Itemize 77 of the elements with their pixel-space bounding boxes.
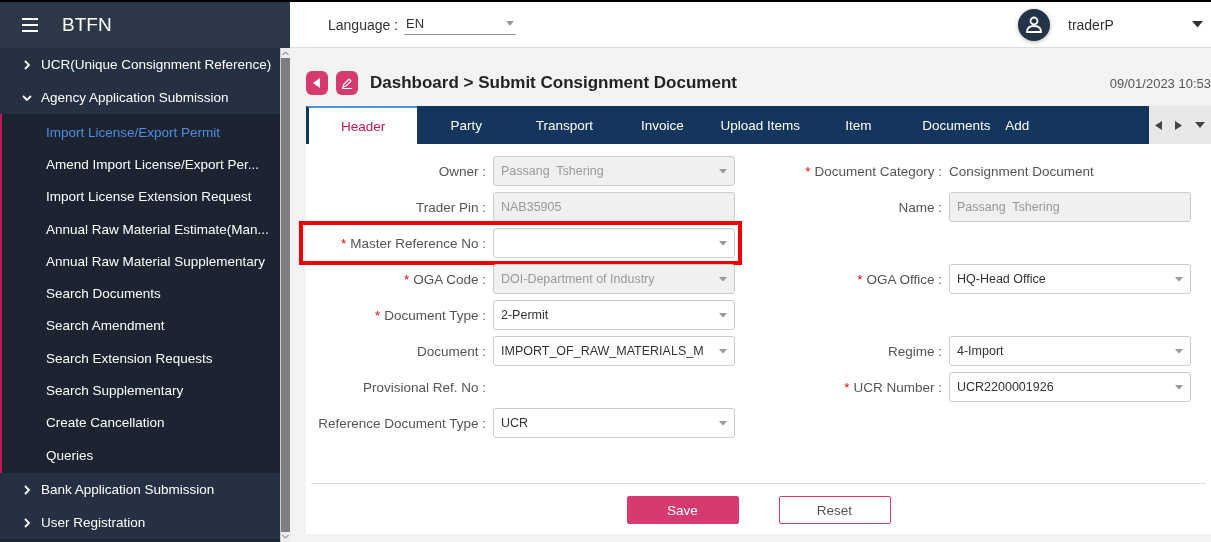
tab[interactable]: Party xyxy=(417,106,516,144)
select-field[interactable]: 4-Import xyxy=(949,336,1191,366)
caret-icon xyxy=(1175,348,1183,354)
dropdown-caret-icon xyxy=(1192,21,1203,28)
language-label: Language : xyxy=(328,16,399,33)
pencil-icon xyxy=(341,77,353,89)
menu-group[interactable]: Bank Application Submission xyxy=(0,473,280,507)
reset-button[interactable]: Reset xyxy=(778,496,891,524)
field-label: * Master Reference No : xyxy=(339,235,486,251)
caret-icon xyxy=(719,420,727,426)
back-icon xyxy=(313,78,321,88)
chevron-icon xyxy=(22,59,32,70)
menu-item[interactable]: Import License/Export Permit xyxy=(2,116,280,149)
field-label: * Document Type : xyxy=(373,307,486,323)
tab[interactable]: Add xyxy=(1005,106,1034,144)
caret-icon xyxy=(1175,276,1183,282)
menu-item[interactable]: Search Documents xyxy=(2,277,280,310)
caret-icon xyxy=(1175,384,1183,390)
tab[interactable]: Transport xyxy=(515,106,614,144)
menu-item[interactable]: Queries xyxy=(2,438,280,472)
menu-group[interactable]: Agency Application Submission xyxy=(0,81,280,114)
tab-menu-caret-icon xyxy=(1194,122,1205,128)
caret-icon xyxy=(719,168,727,174)
save-button[interactable]: Save xyxy=(626,496,739,524)
menu-item[interactable]: Search Amendment xyxy=(2,309,280,343)
scroll-right-icon[interactable] xyxy=(1175,120,1182,130)
datetime: 09/01/2023 10:53 xyxy=(1109,75,1211,91)
breadcrumb: Dashboard > Submit Consignment Document xyxy=(370,73,737,93)
back-button[interactable] xyxy=(306,71,328,95)
menu-item[interactable]: Create Cancellation xyxy=(2,406,280,439)
select-field[interactable]: HQ-Head Office xyxy=(949,264,1191,294)
menu-item[interactable]: Import License Extension Request xyxy=(2,180,280,213)
menu-item[interactable]: Search Extension Requests xyxy=(2,342,280,375)
field-value: Consignment Document xyxy=(949,163,1095,179)
chevron-icon xyxy=(22,92,32,103)
tab[interactable]: Upload Items xyxy=(711,106,810,144)
user-name[interactable]: traderP xyxy=(1068,16,1192,33)
field-label: * OGA Code : xyxy=(402,271,486,287)
field-label: * OGA Office : xyxy=(856,271,942,287)
select-field[interactable]: UCR2200001926 xyxy=(949,372,1191,402)
tab[interactable]: Documents xyxy=(907,106,1006,144)
tab[interactable]: Item xyxy=(809,106,908,144)
select-field[interactable]: IMPORT_OF_RAW_MATERIALS_M xyxy=(493,336,735,366)
menu-icon[interactable] xyxy=(22,18,38,32)
field-label: Document : xyxy=(415,343,486,359)
scroll-left-icon[interactable] xyxy=(1155,120,1163,130)
chevron-icon xyxy=(22,517,32,528)
field-label: Regime : xyxy=(886,343,942,359)
select-field[interactable]: 2-Permit xyxy=(493,300,735,330)
menu-item[interactable]: Annual Raw Material Supplementary xyxy=(2,245,280,278)
field-label: Reference Document Type : xyxy=(317,415,486,431)
avatar[interactable] xyxy=(1018,8,1050,41)
field-label: Provisional Ref. No : xyxy=(361,379,486,395)
field-label: Trader Pin : xyxy=(414,199,486,215)
app-title: BTFN xyxy=(62,14,112,36)
select-field[interactable]: UCR xyxy=(493,408,735,438)
menu-group[interactable]: User Registration xyxy=(0,506,280,540)
caret-icon xyxy=(719,312,727,318)
field-label: Owner : xyxy=(437,163,486,179)
caret-icon xyxy=(719,348,727,354)
edit-button[interactable] xyxy=(336,71,358,95)
tab[interactable]: Header xyxy=(306,106,418,144)
menu-item[interactable]: Amend Import License/Export Per... xyxy=(2,148,280,181)
caret-icon xyxy=(719,240,727,246)
menu-item[interactable]: Search Supplementary xyxy=(2,374,280,407)
user-icon xyxy=(1025,15,1043,34)
caret-icon xyxy=(719,276,727,282)
menu-item[interactable]: Annual Raw Material Estimate(Man... xyxy=(2,212,280,246)
caret-icon xyxy=(506,21,515,26)
field-label: Name : xyxy=(897,199,942,215)
chevron-icon xyxy=(22,484,32,495)
tab[interactable]: Invoice xyxy=(613,106,712,144)
menu-group[interactable]: UCR(Unique Consignment Reference) xyxy=(0,48,280,81)
field-label: * UCR Number : xyxy=(843,379,942,395)
language-select[interactable]: EN xyxy=(404,14,517,35)
field-label: * Document Category : xyxy=(804,163,942,179)
select-field[interactable] xyxy=(493,228,735,258)
